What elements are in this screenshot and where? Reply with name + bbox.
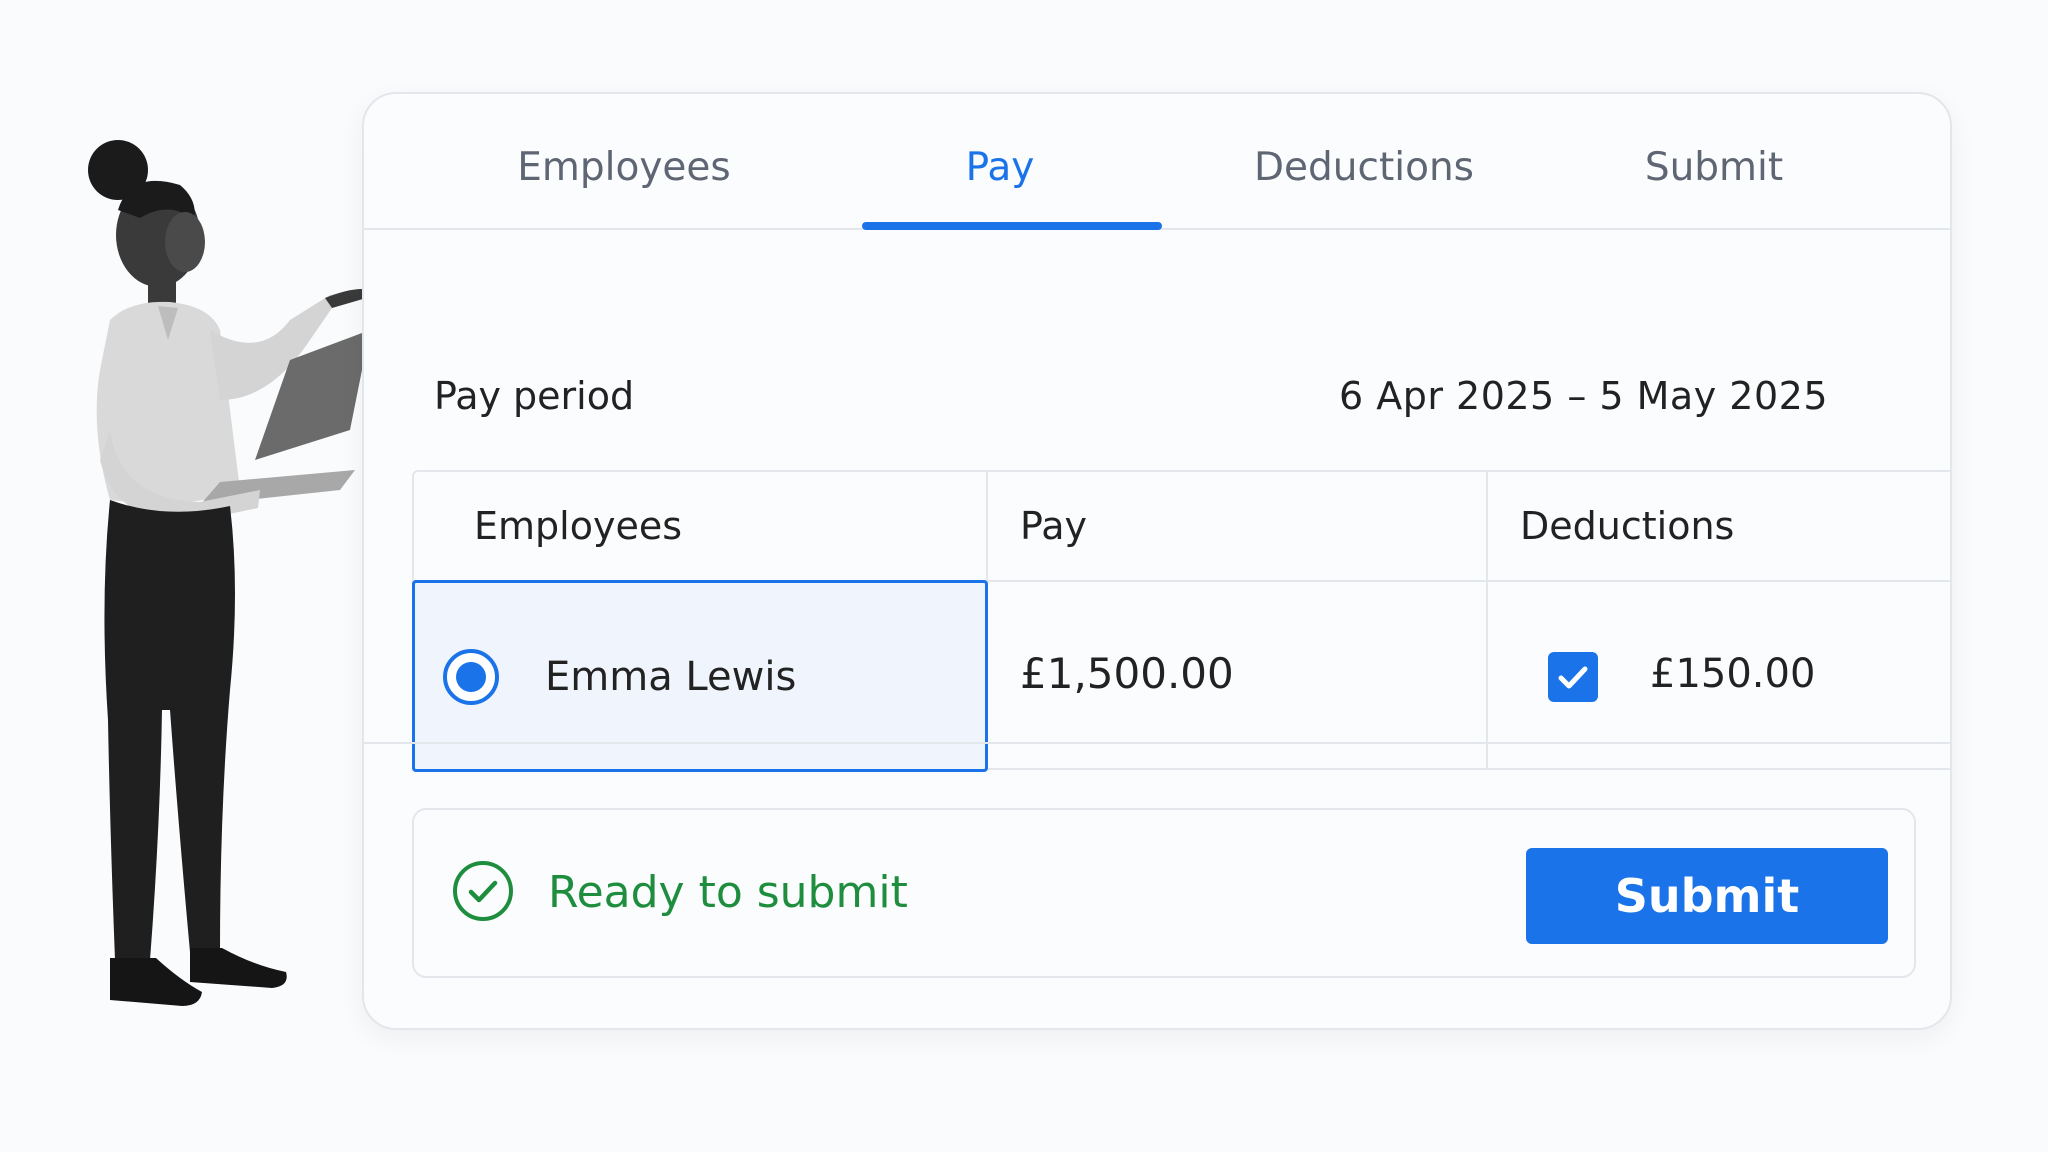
column-divider [1486, 472, 1488, 768]
section-divider [364, 742, 1950, 744]
submit-button[interactable]: Submit [1526, 848, 1888, 944]
page: Employees Pay Deductions Submit Pay peri… [0, 0, 2048, 1152]
payroll-card: Employees Pay Deductions Submit Pay peri… [362, 92, 1952, 1030]
tab-employees[interactable]: Employees [474, 94, 774, 230]
tab-submit[interactable]: Submit [1574, 94, 1854, 230]
employee-radio-button[interactable] [443, 649, 499, 705]
tab-deductions[interactable]: Deductions [1214, 94, 1514, 230]
tab-pay[interactable]: Pay [850, 94, 1150, 230]
check-icon [1558, 666, 1588, 689]
column-header-pay: Pay [1020, 504, 1087, 548]
submit-panel: Ready to submit Submit [412, 808, 1916, 978]
column-header-employees: Employees [474, 504, 682, 548]
active-tab-indicator [862, 222, 1162, 230]
deduction-checkbox[interactable] [1548, 652, 1598, 702]
pay-period-value: 6 Apr 2025 – 5 May 2025 [1338, 374, 1828, 418]
pay-period-label: Pay period [434, 374, 635, 418]
pay-amount: £1,500.00 [1020, 649, 1234, 698]
column-header-deductions: Deductions [1520, 504, 1735, 548]
step-tabs: Employees Pay Deductions Submit [364, 94, 1950, 230]
check-circle-icon [453, 861, 513, 921]
person-illustration [88, 140, 370, 1006]
ready-status-text: Ready to submit [548, 867, 908, 918]
payroll-table: Employees Pay Deductions Emma Lewis £1,5… [412, 470, 1950, 772]
deduction-amount: £150.00 [1650, 651, 1816, 697]
